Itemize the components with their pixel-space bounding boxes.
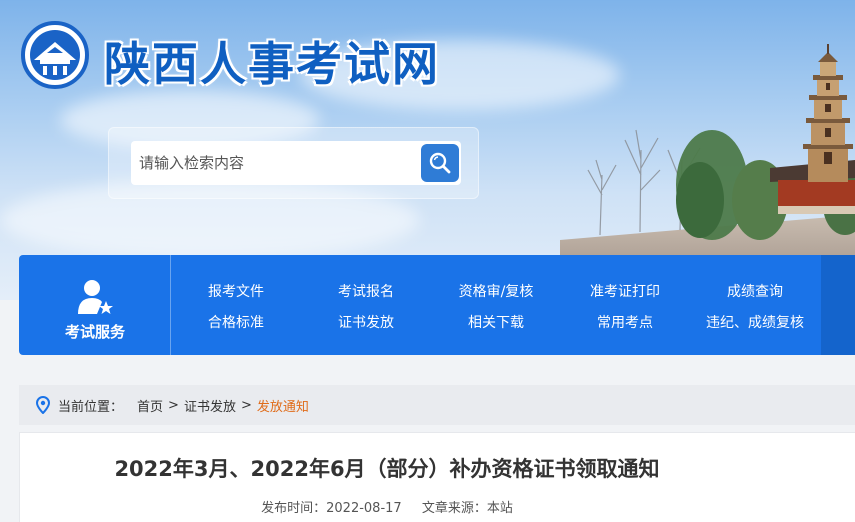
site-title[interactable]: 陕西人事考试网: [104, 28, 440, 94]
nav-item-admission-ticket-print[interactable]: 准考证打印: [560, 281, 690, 301]
search-panel: [108, 127, 479, 199]
publish-label: 发布时间：: [261, 501, 327, 516]
location-pin-icon: [36, 396, 50, 414]
breadcrumb-certificate-link[interactable]: 证书发放: [184, 396, 236, 415]
breadcrumb-current[interactable]: 发放通知: [257, 396, 309, 415]
pagoda-emblem-icon: [21, 21, 89, 89]
exam-service-block[interactable]: 考试服务: [19, 255, 171, 355]
article-panel: 2022年3月、2022年6月（部分）补办资格证书领取通知 发布时间：2022-…: [19, 432, 855, 522]
user-star-icon: [78, 280, 113, 314]
nav-item-violation-score-review[interactable]: 违纪、成绩复核: [690, 312, 820, 332]
nav-item-qualification-review[interactable]: 资格审/复核: [431, 281, 561, 301]
breadcrumb-separator: >: [240, 397, 252, 413]
source-info: 文章来源：本站: [422, 501, 513, 516]
nav-item-exam-registration[interactable]: 考试报名: [301, 281, 431, 301]
source-label: 文章来源：: [421, 501, 487, 516]
breadcrumb-separator: >: [168, 397, 179, 413]
publish-date: 2022-08-17: [326, 501, 402, 516]
nav-item-exam-documents[interactable]: 报考文件: [171, 281, 301, 301]
search-icon: [429, 152, 451, 174]
nav-item-certificate-issuance[interactable]: 证书发放: [301, 312, 431, 332]
source-value: 本站: [486, 501, 513, 516]
main-nav: 考试服务 报考文件 考试报名 资格审/复核 准考证打印 成绩查询 合格标准 证书…: [19, 255, 855, 355]
article-title: 2022年3月、2022年6月（部分）补办资格证书领取通知: [114, 457, 660, 481]
search-input[interactable]: [131, 141, 461, 185]
nav-edge-strip: [821, 255, 855, 355]
exam-service-label: 考试服务: [64, 323, 125, 341]
search-button[interactable]: [421, 144, 459, 182]
nav-item-test-centers[interactable]: 常用考点: [560, 312, 690, 332]
article-meta: 发布时间：2022-08-17 文章来源：本站: [20, 497, 754, 516]
nav-item-score-query[interactable]: 成绩查询: [690, 281, 820, 301]
breadcrumb-home-link[interactable]: 首页: [137, 396, 163, 415]
breadcrumb-prefix: 当前位置：: [58, 399, 124, 415]
breadcrumb: 当前位置： 首页 > 证书发放 > 发放通知: [19, 385, 855, 425]
publish-info: 发布时间：2022-08-17: [261, 501, 402, 516]
nav-item-pass-standard[interactable]: 合格标准: [171, 312, 301, 332]
nav-item-downloads[interactable]: 相关下载: [431, 312, 561, 332]
